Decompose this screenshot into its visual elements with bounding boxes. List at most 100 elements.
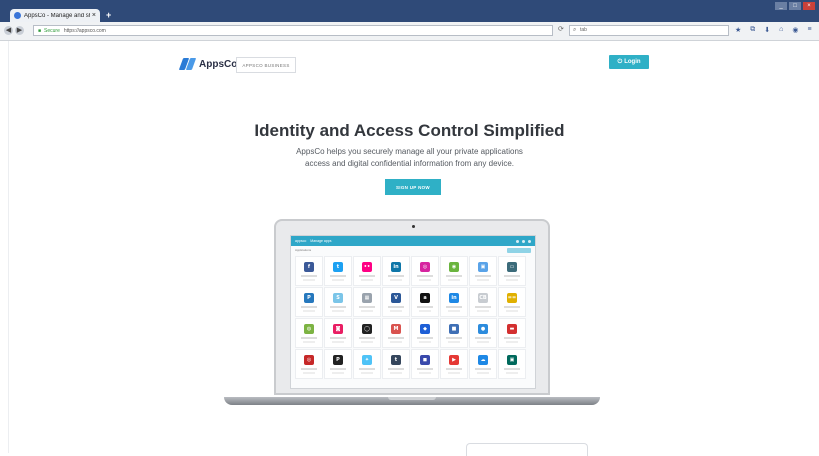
search-input[interactable]: ⌕ tab — [569, 25, 729, 36]
secure-label: Secure — [44, 27, 60, 34]
app-icon: ▣ — [507, 354, 517, 365]
download-icon[interactable]: ⬇ — [764, 26, 770, 34]
screen-header-icons — [516, 239, 531, 243]
app-tile: V — [382, 287, 410, 317]
login-button[interactable]: ⏻ Login — [609, 55, 649, 69]
screen-app-brand: appsco — [295, 239, 307, 243]
app-icon: ● — [478, 323, 488, 334]
laptop-illustration: appsco Manage apps Applications f t •• in ◎ ◉… — [274, 219, 550, 395]
app-tile-sublabel — [361, 309, 373, 312]
app-icon: a — [420, 292, 430, 303]
app-tile-label — [330, 367, 346, 370]
app-tile-sublabel — [506, 309, 518, 312]
app-icon: M — [391, 323, 401, 334]
menu-icon[interactable]: ≡ — [808, 26, 812, 34]
app-icon: ▦ — [362, 292, 372, 303]
app-tile: •• — [353, 256, 381, 286]
app-tile: ◎ — [295, 349, 323, 379]
forward-button[interactable]: ▶ — [15, 26, 24, 35]
app-tile-label — [301, 305, 317, 308]
app-icon: f — [304, 261, 314, 272]
app-tile-label — [330, 336, 346, 339]
bottom-card — [466, 443, 588, 456]
app-tile-label — [301, 367, 317, 370]
app-tile-sublabel — [448, 278, 460, 281]
app-tile: ☁ — [469, 349, 497, 379]
app-tile-label — [504, 274, 520, 277]
laptop-screen: appsco Manage apps Applications f t •• in ◎ ◉… — [290, 235, 536, 389]
address-bar[interactable]: ■ Secure https://appsco.com — [33, 25, 553, 36]
app-icon: t — [391, 354, 401, 365]
app-tile-sublabel — [303, 340, 315, 343]
app-tile-sublabel — [506, 278, 518, 281]
brand-logo[interactable]: AppsCo — [178, 57, 237, 71]
app-tile: ▦ — [353, 287, 381, 317]
maximize-button[interactable]: □ — [789, 2, 801, 10]
minimize-button[interactable]: _ — [775, 2, 787, 10]
browser-tab[interactable]: AppsCo - Manage and share yo × — [10, 9, 100, 22]
app-tile: ● — [469, 318, 497, 348]
app-tile: ◉ — [440, 256, 468, 286]
app-icon: P — [333, 354, 343, 365]
app-icon: in — [449, 292, 459, 303]
app-tile-sublabel — [419, 278, 431, 281]
hero-headline: Identity and Access Control Simplified — [254, 121, 565, 140]
browser-toolbar-icons: ★ ⧉ ⬇ ⌂ ◉ ≡ — [735, 26, 812, 34]
app-icon: V — [391, 292, 401, 303]
app-tile-label — [417, 336, 433, 339]
login-icon: ⏻ — [617, 58, 623, 65]
app-tile: a — [411, 287, 439, 317]
back-button[interactable]: ◀ — [4, 26, 13, 35]
app-tile-sublabel — [477, 309, 489, 312]
app-tile: == — [498, 287, 526, 317]
app-tile-sublabel — [303, 309, 315, 312]
screen-app-header: appsco Manage apps — [291, 236, 535, 246]
app-tile-label — [504, 367, 520, 370]
tab-close-icon[interactable]: × — [92, 12, 96, 19]
app-icon: ☁ — [478, 354, 488, 365]
app-tile-label — [475, 305, 491, 308]
app-tile-sublabel — [361, 340, 373, 343]
app-tile-sublabel — [506, 340, 518, 343]
home-icon[interactable]: ⌂ — [779, 26, 783, 34]
app-tile-label — [417, 367, 433, 370]
app-tile: ▶ — [440, 349, 468, 379]
app-icon: ◉ — [449, 261, 459, 272]
app-tile-sublabel — [448, 340, 460, 343]
app-tile-sublabel — [477, 371, 489, 374]
browser-navbar: ◀ ▶ ■ Secure https://appsco.com ⟳ ⌕ tab … — [0, 22, 819, 41]
extension-icon[interactable]: ◉ — [792, 26, 798, 34]
new-tab-button[interactable]: + — [106, 10, 111, 20]
app-icon: in — [391, 261, 401, 272]
screen-app-toolbar: Applications — [291, 246, 535, 254]
page-content: AppsCo APPSCO BUSINESS ⏻ Login Identity … — [0, 41, 819, 456]
bookmark-star-icon[interactable]: ★ — [735, 26, 741, 34]
reading-list-icon[interactable]: ⧉ — [750, 26, 755, 34]
app-tile-label — [504, 305, 520, 308]
app-tile: t — [324, 256, 352, 286]
app-tile-label — [330, 305, 346, 308]
app-icon: CB — [478, 292, 488, 303]
app-tile: S — [324, 287, 352, 317]
app-tile-sublabel — [390, 340, 402, 343]
sign-up-button[interactable]: SIGN UP NOW — [385, 179, 441, 195]
reload-icon[interactable]: ⟳ — [558, 25, 564, 33]
app-tile-sublabel — [332, 309, 344, 312]
app-tile-label — [446, 336, 462, 339]
app-tile: ◎ — [411, 256, 439, 286]
app-icon: ◎ — [420, 261, 430, 272]
app-tile-label — [388, 274, 404, 277]
app-tile-label — [301, 274, 317, 277]
app-tile: ◙ — [324, 318, 352, 348]
app-icon: ◯ — [362, 323, 372, 334]
appsco-logo-icon — [178, 57, 197, 71]
tab-title: AppsCo - Manage and share yo — [24, 12, 90, 19]
app-icon: ◙ — [333, 323, 343, 334]
appsco-business-button[interactable]: APPSCO BUSINESS — [236, 57, 296, 73]
app-tile-label — [359, 336, 375, 339]
app-icon: ▭ — [507, 261, 517, 272]
close-window-button[interactable]: × — [803, 2, 815, 10]
app-tile: f — [295, 256, 323, 286]
app-tile: ◍ — [295, 318, 323, 348]
app-tile: P — [324, 349, 352, 379]
